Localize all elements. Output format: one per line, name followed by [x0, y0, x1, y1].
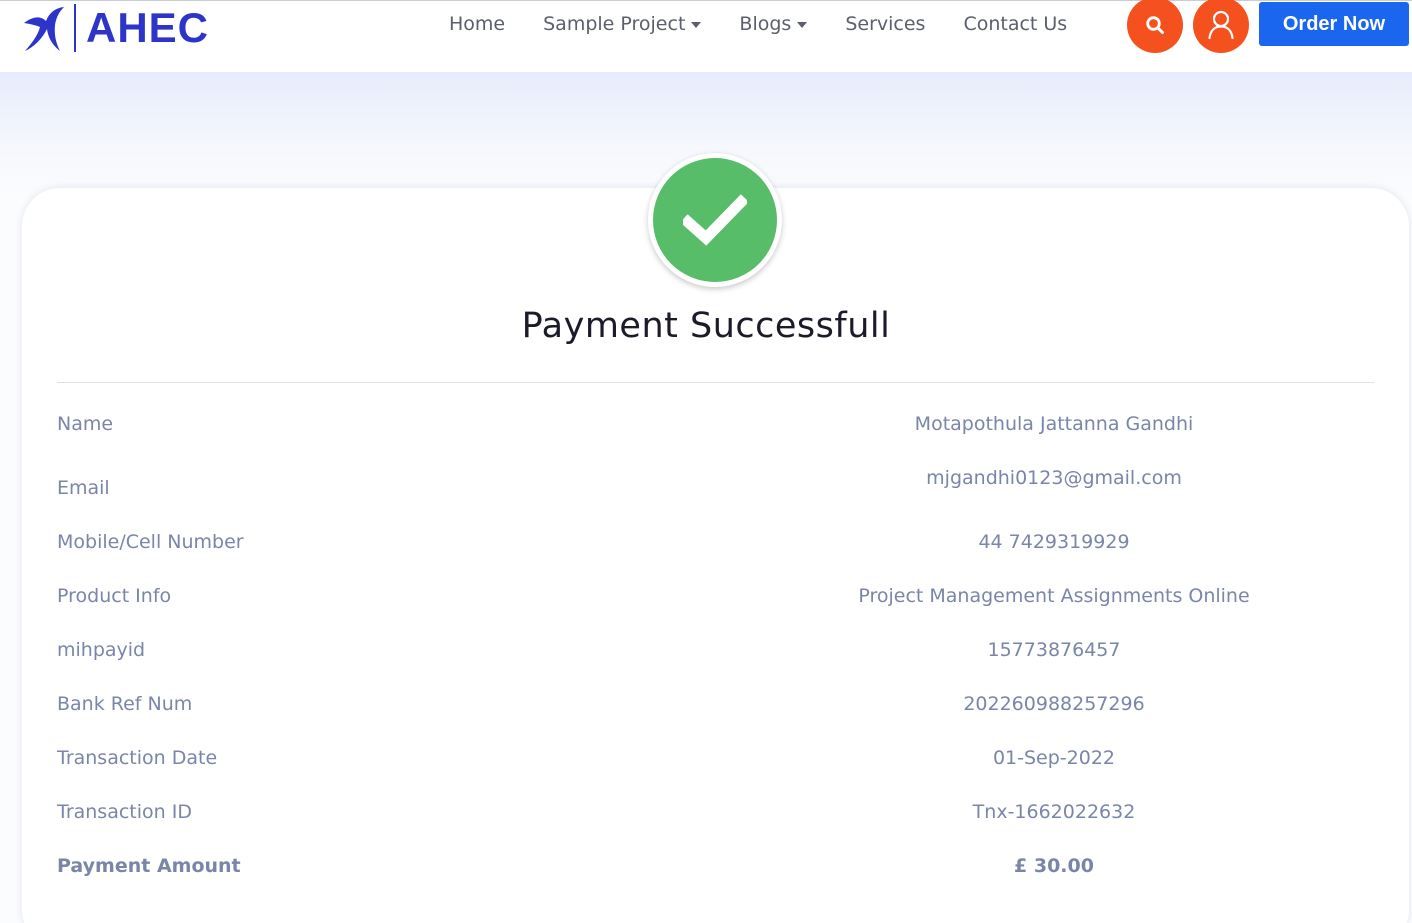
nav-services[interactable]: Services [845, 13, 925, 35]
nav-menu: Home Sample Project Blogs Services Conta… [449, 11, 1105, 37]
nav-contact[interactable]: Contact Us [963, 13, 1067, 35]
search-icon [1146, 16, 1164, 34]
nav-blogs-label: Blogs [739, 13, 792, 35]
caret-down-icon [691, 22, 702, 28]
value-transaction-date: 01-Sep-2022 [992, 747, 1116, 769]
check-icon [683, 194, 747, 246]
nav-services-label: Services [845, 13, 926, 35]
value-bank-ref: 202260988257296 [963, 693, 1145, 715]
success-badge [648, 153, 782, 287]
value-name: Motapothula Jattanna Gandhi [914, 413, 1194, 435]
logo-divider [74, 4, 76, 52]
logo[interactable]: AHEC [22, 3, 209, 53]
label-mihpayid: mihpayid [57, 639, 146, 661]
search-button[interactable] [1127, 0, 1183, 53]
success-circle [653, 158, 777, 282]
label-product-info: Product Info [57, 585, 172, 607]
value-payment-amount: £ 30.00 [1014, 855, 1094, 877]
label-bank-ref: Bank Ref Num [57, 693, 193, 715]
bird-logo-icon [24, 7, 64, 51]
divider [57, 382, 1374, 383]
value-transaction-id: Tnx-1662022632 [972, 801, 1136, 823]
nav-sample-project[interactable]: Sample Project [543, 13, 702, 35]
nav-home[interactable]: Home [449, 13, 505, 35]
nav-home-label: Home [449, 13, 506, 35]
account-button[interactable] [1193, 0, 1249, 53]
nav-sample-project-label: Sample Project [543, 13, 686, 35]
label-payment-amount: Payment Amount [57, 855, 241, 877]
navbar: AHEC Home Sample Project Blogs Services … [0, 0, 1412, 72]
order-now-button[interactable]: Order Now [1259, 2, 1409, 46]
nav-blogs[interactable]: Blogs [739, 13, 808, 35]
page: AHEC Home Sample Project Blogs Services … [0, 0, 1412, 923]
label-email: Email [57, 477, 110, 499]
page-title: Payment Successfull [521, 306, 891, 346]
user-icon [1208, 10, 1234, 40]
value-mobile: 44 7429319929 [978, 531, 1130, 553]
caret-down-icon [797, 22, 808, 28]
nav-contact-label: Contact Us [963, 13, 1068, 35]
value-product-info: Project Management Assignments Online [858, 585, 1250, 607]
label-name: Name [57, 413, 114, 435]
label-transaction-id: Transaction ID [57, 801, 192, 823]
value-mihpayid: 15773876457 [987, 639, 1121, 661]
value-email: mjgandhi0123@gmail.com [926, 467, 1182, 489]
logo-text: AHEC [86, 4, 210, 51]
label-mobile: Mobile/Cell Number [57, 531, 244, 553]
label-transaction-date: Transaction Date [57, 747, 218, 769]
